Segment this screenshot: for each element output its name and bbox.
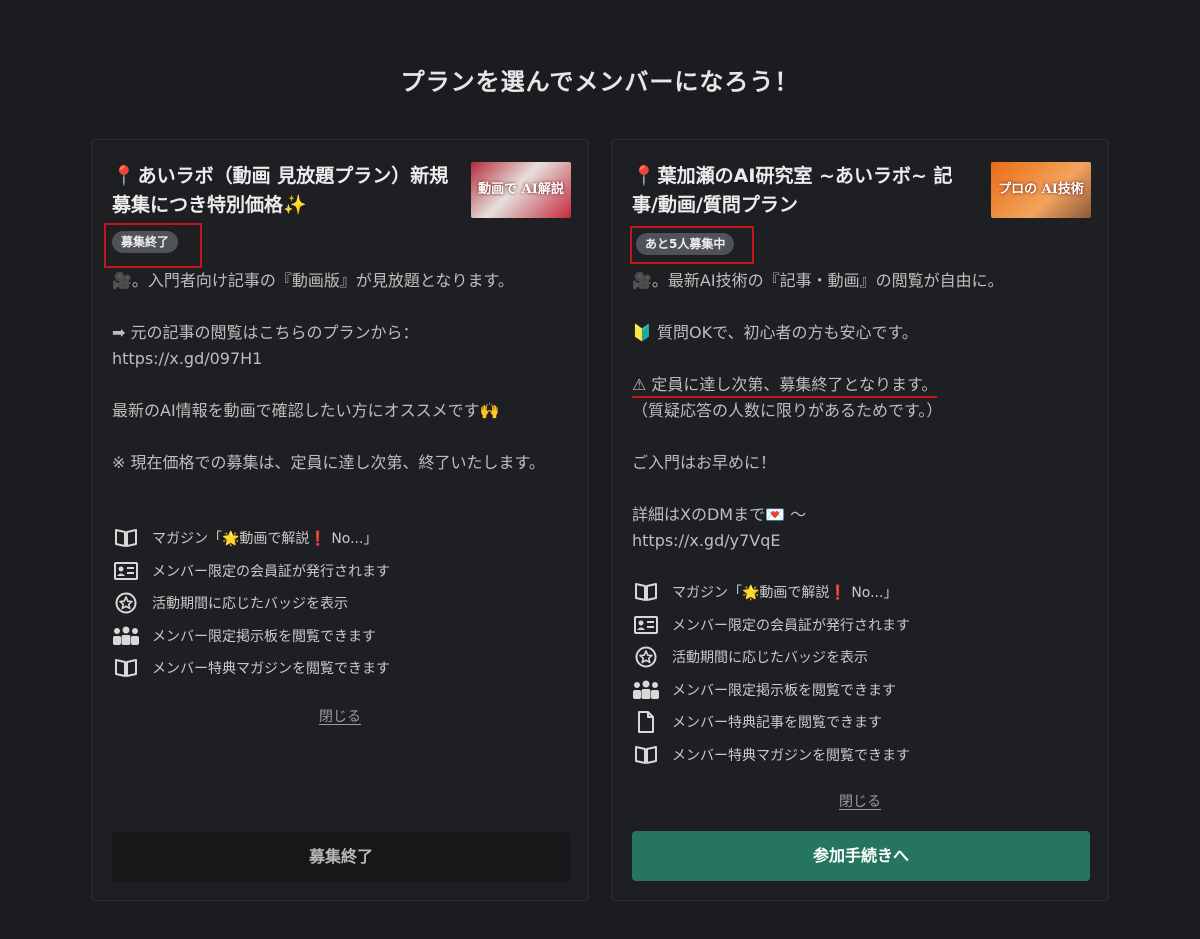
pin-icon: 📍 [632, 165, 656, 187]
benefit-label: メンバー特典記事を閲覧できます [672, 715, 882, 732]
plan-thumbnail: プロの AI技術 [991, 162, 1091, 218]
benefit-label: メンバー特典マガジンを閲覧できます [152, 661, 390, 678]
close-link[interactable]: 閉じる [92, 706, 588, 726]
benefit-label: マガジン「🌟動画で解説❗ No...」 [152, 531, 378, 548]
benefit-label: メンバー限定掲示板を閲覧できます [672, 682, 896, 699]
book-icon [112, 528, 140, 548]
benefit-label: メンバー特典マガジンを閲覧できます [672, 747, 910, 764]
benefit-item: 活動期間に応じたバッジを表示 [112, 587, 572, 620]
plan-name-link[interactable]: 📍 葉加瀬のAI研究室 ~あいラボ~ 記事/動画/質問プラン [632, 162, 977, 220]
plan-name-link[interactable]: 📍 あいラボ（動画 見放題プラン）新規募集につき特別価格✨ [112, 162, 457, 220]
benefit-item: メンバー特典マガジンを閲覧できます [112, 652, 572, 685]
book-icon [632, 745, 660, 765]
benefit-item: マガジン「🌟動画で解説❗ No...」 [632, 576, 1092, 609]
plan-name: あいラボ（動画 見放題プラン）新規募集につき特別価格✨ [112, 165, 449, 216]
benefit-label: マガジン「🌟動画で解説❗ No...」 [672, 585, 898, 602]
benefit-item: メンバー限定の会員証が発行されます [632, 609, 1092, 642]
status-badge: あと5人募集中 [636, 233, 735, 255]
desc-link[interactable]: https://x.gd/y7VqE [632, 528, 1092, 554]
plan-card-video: 📍 あいラボ（動画 見放題プラン）新規募集につき特別価格✨ 動画で AI解説 募集… [91, 139, 589, 901]
desc-line: ご入門はお早めに！ [632, 453, 777, 472]
document-icon [632, 711, 660, 734]
book-icon [632, 582, 660, 602]
benefits-list: マガジン「🌟動画で解説❗ No...」 メンバー限定の会員証が発行されます 活動… [112, 522, 572, 685]
benefit-label: メンバー限定の会員証が発行されます [672, 617, 910, 634]
benefit-label: 活動期間に応じたバッジを表示 [672, 650, 868, 667]
badge-highlight-box: 募集終了 [104, 223, 202, 268]
desc-line: 🔰 質問OKで、初心者の方も安心です。 [632, 323, 918, 342]
benefit-item: メンバー特典マガジンを閲覧できます [632, 739, 1092, 772]
people-icon [632, 680, 660, 700]
badge-star-icon [112, 592, 140, 614]
desc-line: （質疑応答の人数に限りがあるためです。） [632, 401, 943, 420]
plan-card-lab: 📍 葉加瀬のAI研究室 ~あいラボ~ 記事/動画/質問プラン プロの AI技術 あ… [611, 139, 1109, 901]
plan-header: 📍 葉加瀬のAI研究室 ~あいラボ~ 記事/動画/質問プラン [632, 162, 977, 220]
people-icon [112, 626, 140, 646]
join-button[interactable]: 参加手続きへ [632, 831, 1090, 881]
id-card-icon [112, 561, 140, 580]
plan-description: 🎥。入門者向け記事の『動画版』が見放題となります。 ➡ 元の記事の閲覧はこちらの… [112, 268, 572, 476]
status-badge: 募集終了 [112, 231, 179, 253]
benefit-item: マガジン「🌟動画で解説❗ No...」 [112, 522, 572, 555]
id-card-icon [632, 615, 660, 634]
closed-button[interactable]: 募集終了 [112, 832, 570, 882]
plan-thumbnail: 動画で AI解説 [471, 162, 571, 218]
badge-highlight-box: あと5人募集中 [630, 226, 754, 264]
close-link[interactable]: 閉じる [612, 791, 1108, 811]
book-icon [112, 658, 140, 678]
thumbnail-text: 動画で AI解説 [478, 182, 564, 197]
benefit-item: メンバー限定の会員証が発行されます [112, 555, 572, 588]
desc-link[interactable]: https://x.gd/097H1 [112, 346, 572, 372]
benefit-label: メンバー限定掲示板を閲覧できます [152, 628, 376, 645]
benefit-item: メンバー特典記事を閲覧できます [632, 706, 1092, 739]
benefit-item: メンバー限定掲示板を閲覧できます [632, 674, 1092, 707]
plan-description: 🎥。最新AI技術の『記事・動画』の閲覧が自由に。 🔰 質問OKで、初心者の方も安… [632, 268, 1092, 554]
desc-line: 詳細はXのDMまで💌 ～ [632, 505, 807, 524]
page-title: プランを選んでメンバーになろう！ [400, 68, 800, 96]
benefit-label: メンバー限定の会員証が発行されます [152, 563, 390, 580]
benefit-label: 活動期間に応じたバッジを表示 [152, 596, 348, 613]
badge-star-icon [632, 646, 660, 668]
benefit-item: 活動期間に応じたバッジを表示 [632, 641, 1092, 674]
desc-line: 最新のAI情報を動画で確認したい方にオススメです🙌 [112, 401, 500, 420]
desc-line: ⚠ 定員に達し次第、募集終了となります。 [632, 372, 1092, 398]
desc-line: ※ 現在価格での募集は、定員に達し次第、終了いたします。 [112, 453, 545, 472]
plan-header: 📍 あいラボ（動画 見放題プラン）新規募集につき特別価格✨ [112, 162, 457, 220]
desc-line: 🎥。入門者向け記事の『動画版』が見放題となります。 [112, 271, 514, 290]
benefit-item: メンバー限定掲示板を閲覧できます [112, 620, 572, 653]
desc-line: 🎥。最新AI技術の『記事・動画』の閲覧が自由に。 [632, 271, 1004, 290]
highlighted-notice: ⚠ 定員に達し次第、募集終了となります。 [632, 375, 938, 398]
pin-icon: 📍 [112, 165, 136, 187]
benefits-list: マガジン「🌟動画で解説❗ No...」 メンバー限定の会員証が発行されます 活動… [632, 576, 1092, 771]
thumbnail-text: プロの AI技術 [998, 182, 1084, 197]
desc-line: ➡ 元の記事の閲覧はこちらのプランから： [112, 323, 419, 342]
plan-name: 葉加瀬のAI研究室 ~あいラボ~ 記事/動画/質問プラン [632, 165, 953, 216]
